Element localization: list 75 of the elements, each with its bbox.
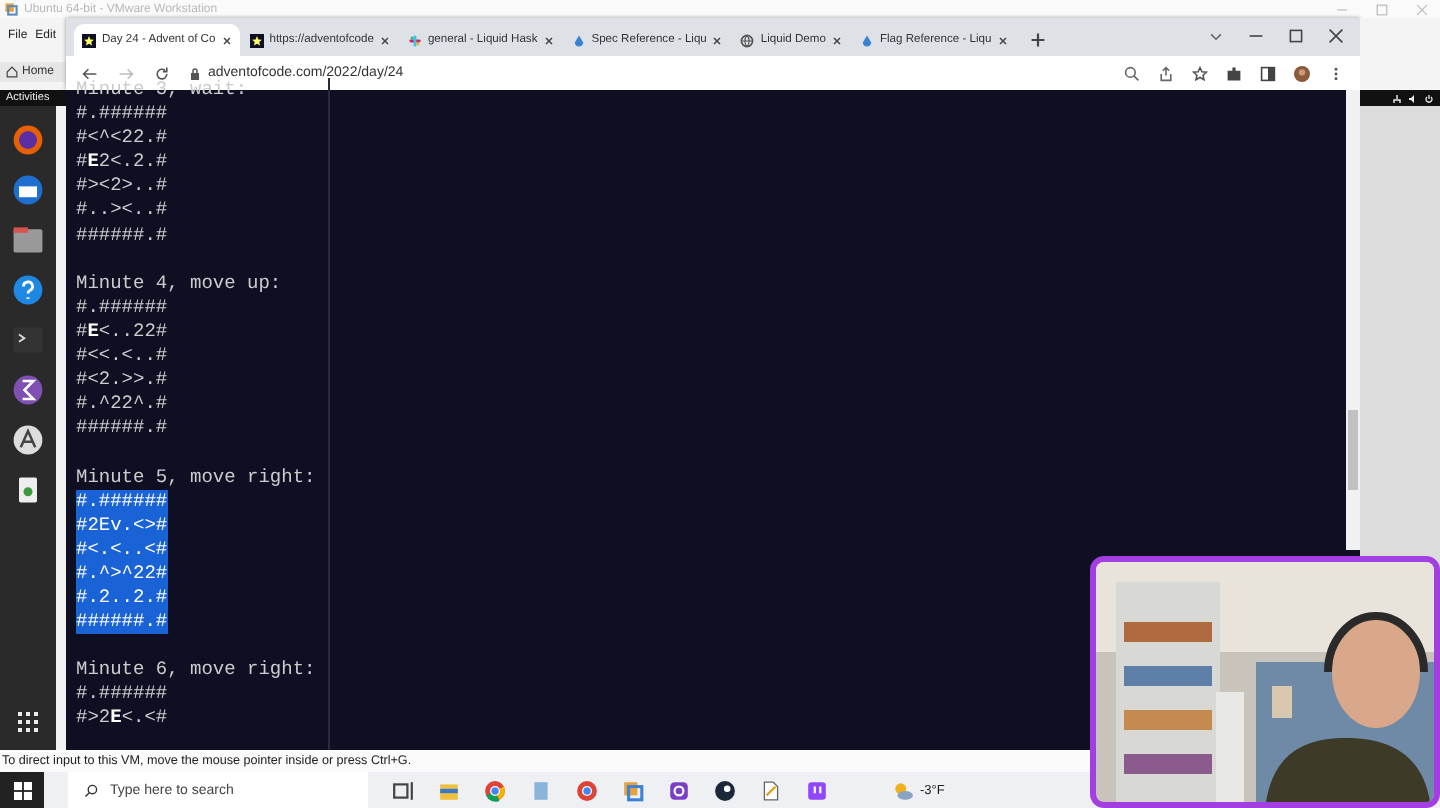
app-icon[interactable] [668,779,690,801]
drop-icon [571,33,586,47]
grid-row: #<<.<..# [76,344,168,369]
grid-row: #.###### [76,682,168,707]
chrome-icon[interactable] [484,779,506,801]
software-icon[interactable] [10,422,46,458]
grid-row: #.2..2.# [76,585,168,611]
grid-row: ######.# [76,223,168,248]
steam-icon[interactable] [714,779,736,801]
grid-row: #2Ev.<># [76,513,168,538]
network-icon[interactable] [1392,93,1402,103]
reload-icon[interactable] [154,65,170,81]
close-icon[interactable] [379,35,390,45]
task-view-icon[interactable] [392,779,414,801]
folder-icon[interactable] [10,222,46,258]
new-tab-icon[interactable] [1029,32,1046,48]
folder-icon[interactable] [438,779,460,801]
step-heading: Minute 5, move right: [76,465,316,490]
vmware-icon [4,2,18,16]
back-arrow-icon[interactable] [82,65,98,81]
step-heading: Minute 4, move up: [76,271,282,296]
weather-icon [892,779,914,801]
grid-row: #><2>..# [76,174,168,199]
lock-icon [190,67,200,79]
grid-row: #E<..22# [76,319,168,345]
slack-icon [407,33,422,47]
emacs-icon[interactable] [10,372,46,408]
grid-row: #..><..# [76,198,168,224]
windows-icon [13,781,31,799]
maximize-icon[interactable] [1288,28,1304,44]
power-icon[interactable] [1424,93,1434,103]
chrome-icon[interactable] [576,779,598,801]
home-icon [6,66,18,78]
mail-icon[interactable] [10,172,46,208]
grid-row: #.^22^.# [76,392,168,417]
grid-row: #.###### [76,295,168,320]
help-icon[interactable] [10,272,46,308]
scrollbar[interactable] [1346,90,1360,550]
grid-row: #.###### [76,102,168,127]
side-panel-icon[interactable] [1260,65,1276,81]
firefox-icon[interactable] [10,122,46,158]
grid-row: #.^>^22# [76,561,168,586]
zoom-icon[interactable] [1124,65,1140,81]
close-icon[interactable] [543,35,554,45]
grid-row: #<^<22.# [76,126,168,151]
grid-row: #<2.>>.# [76,368,168,393]
close-icon[interactable] [831,35,842,45]
close-icon[interactable] [712,35,723,45]
star-icon [249,33,264,47]
grid-row: #>2E<.<# [76,706,168,732]
step-heading: Minute 3, wait: [76,78,248,103]
avatar-icon[interactable] [1294,65,1310,81]
speaker-icon[interactable] [1408,93,1418,103]
app-grid-icon[interactable] [16,710,40,734]
document-icon[interactable] [760,779,782,801]
step-heading: Minute 6, move right: [76,658,316,683]
grid-row: #E2<.2.# [76,150,168,175]
close-icon[interactable] [997,35,1008,45]
close-icon[interactable] [1328,28,1344,44]
globe-icon [740,33,755,47]
share-icon[interactable] [1158,65,1174,81]
vmware-icon[interactable] [622,779,644,801]
grid-row: #.###### [76,489,168,514]
search-icon [84,783,98,797]
grid-row: ######.# [76,610,168,635]
twitch-icon[interactable] [806,779,828,801]
drop-icon [859,33,874,47]
start-button[interactable] [0,772,44,808]
chevron-icon[interactable] [1208,28,1224,44]
grid-row: #<.<..<# [76,537,168,562]
grid-row: ######.# [76,416,168,441]
star-icon [82,33,96,47]
terminal-icon[interactable] [10,322,46,358]
star-icon[interactable] [1192,65,1208,81]
close-icon[interactable] [221,35,232,45]
